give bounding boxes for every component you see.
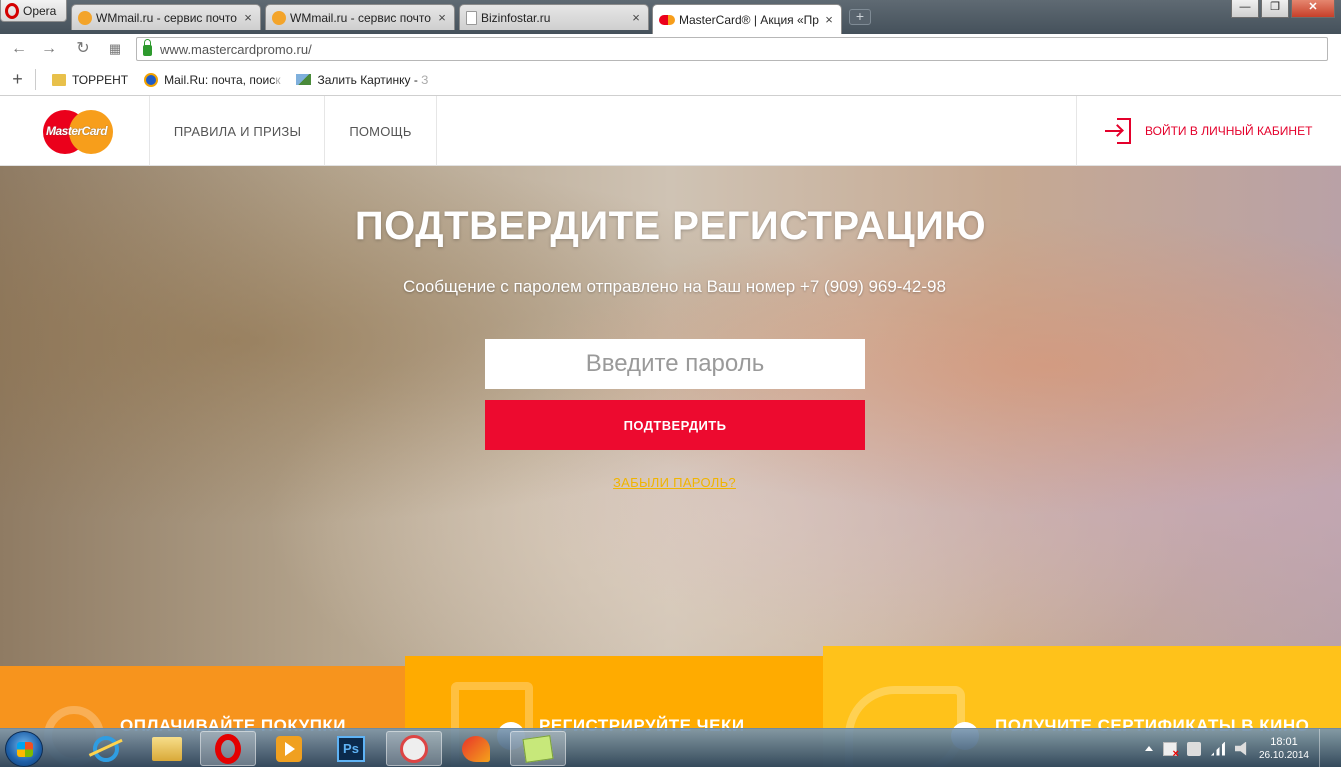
confirm-button[interactable]: ПОДТВЕРДИТЬ [485,400,865,450]
taskbar-media-player[interactable] [261,731,317,766]
show-hidden-icons-icon[interactable] [1144,746,1153,751]
tab-label: WMmail.ru - сервис почто [290,10,431,25]
tab-close-icon[interactable]: × [242,10,254,25]
taskbar-ie[interactable] [78,731,134,766]
internet-explorer-icon [93,735,119,762]
tab-close-icon[interactable]: × [436,10,448,25]
window-controls: — ❐ ✕ [1231,0,1335,18]
clock-date: 26.10.2014 [1258,749,1309,761]
folder-icon [52,73,66,86]
forgot-password-link[interactable]: ЗАБЫЛИ ПАРОЛЬ? [0,475,1341,490]
wmmail-favicon-icon [78,10,92,25]
taskbar-snipping-tool[interactable] [386,731,442,766]
sticky-notes-icon [522,734,554,763]
bookmark-torrent[interactable]: ТОРРЕНТ [52,73,128,87]
nav-rules-prizes[interactable]: ПРАВИЛА И ПРИЗЫ [149,96,325,166]
logo-text: MasterCard [46,124,108,138]
start-button[interactable] [5,731,43,767]
registration-hero: ПОДТВЕРДИТЕ РЕГИСТРАЦИЮ Сообщение с паро… [0,166,1341,666]
mastercard-logo[interactable]: MasterCard [43,110,113,154]
secure-lock-icon [143,39,152,56]
opera-menu-label: Opera [23,3,57,18]
tab-label: WMmail.ru - сервис почто [96,10,237,25]
bookmark-upload-image[interactable]: Залить Картинку - З [296,73,428,87]
bookmark-label-fade: З [421,72,429,87]
password-input[interactable] [485,339,865,389]
tab-close-icon[interactable]: × [823,12,835,27]
bookmark-label-fade: к [275,72,281,87]
sms-sent-message: Сообщение с паролем отправлено на Ваш но… [403,277,946,296]
network-signal-icon[interactable] [1210,741,1225,756]
address-bar[interactable]: www.mastercardpromo.ru/ [136,37,1328,61]
taskbar-ccleaner[interactable] [448,731,504,766]
windows-logo-icon [17,742,33,757]
maximize-button[interactable]: ❐ [1261,0,1289,18]
bookmarks-bar: + ТОРРЕНТ Mail.Ru: почта, поиск Залить К… [0,64,1341,96]
wmmail-favicon-icon [272,10,286,25]
show-desktop-button[interactable] [1319,729,1333,767]
taskbar-opera[interactable] [200,731,256,766]
nav-help[interactable]: ПОМОЩЬ [324,96,437,166]
image-icon [296,74,312,85]
taskbar-photoshop[interactable]: Ps [323,731,379,766]
browser-tab-bizinfostar[interactable]: Bizinfostar.ru × [459,4,649,30]
power-icon[interactable] [1186,741,1201,756]
site-header: MasterCard ПРАВИЛА И ПРИЗЫ ПОМОЩЬ ВОЙТИ … [0,96,1341,166]
speed-dial-grid-icon[interactable]: ▦ [104,39,126,59]
opera-icon [215,733,241,764]
forward-arrow-icon[interactable]: → [38,39,60,59]
mailru-icon [144,72,159,87]
login-cabinet-link[interactable]: ВОЙТИ В ЛИЧНЫЙ КАБИНЕТ [1076,96,1341,166]
volume-icon[interactable] [1234,741,1247,756]
clock-time: 18:01 [1270,735,1298,748]
file-explorer-icon [152,736,182,761]
minimize-button[interactable]: — [1231,0,1259,18]
action-center-flag-icon[interactable] [1162,741,1179,760]
close-window-button[interactable]: ✕ [1291,0,1335,18]
media-player-icon [276,735,302,762]
reload-icon[interactable]: ↻ [72,39,94,59]
tab-close-icon[interactable]: × [630,10,642,25]
browser-tab-wmmail-1[interactable]: WMmail.ru - сервис почто × [71,4,261,30]
add-bookmark-button[interactable]: + [0,69,36,90]
taskbar-sticky-notes[interactable] [510,731,566,766]
browser-tab-mastercard[interactable]: MasterCard® | Акция «При × [652,4,842,34]
login-label: ВОЙТИ В ЛИЧНЫЙ КАБИНЕТ [1145,124,1313,138]
bookmark-label: Залить Картинку - [317,72,418,87]
opera-logo-icon [5,2,19,19]
back-arrow-icon[interactable]: ← [8,39,30,59]
windows-taskbar: Ps 18:01 26.10.2014 [0,728,1341,767]
photoshop-icon: Ps [337,735,365,762]
tab-label: MasterCard® | Акция «При [679,12,819,27]
opera-menu-button[interactable]: Opera [0,0,67,22]
page-title: ПОДТВЕРДИТЕ РЕГИСТРАЦИЮ [354,204,987,248]
browser-tab-wmmail-2[interactable]: WMmail.ru - сервис почто × [265,4,455,30]
new-tab-button[interactable]: + [849,9,871,25]
system-tray: 18:01 26.10.2014 [1144,729,1341,767]
bookmark-label: ТОРРЕНТ [72,72,129,87]
system-clock[interactable]: 18:01 26.10.2014 [1259,735,1309,763]
snipping-tool-icon [400,734,428,763]
bookmark-label: Mail.Ru: почта, поис [164,72,276,87]
bookmark-mailru[interactable]: Mail.Ru: почта, поиск [144,72,281,87]
ccleaner-icon [462,735,490,762]
mastercard-favicon-icon [659,14,675,25]
browser-tab-bar: Opera WMmail.ru - сервис почто × WMmail.… [0,0,1341,34]
taskbar-explorer[interactable] [139,731,195,766]
address-url: www.mastercardpromo.ru/ [160,41,312,57]
sign-in-icon [1105,118,1131,144]
tab-label: Bizinfostar.ru [481,10,551,25]
document-favicon-icon [466,10,477,25]
browser-toolbar: ← → ↻ ▦ www.mastercardpromo.ru/ [0,34,1341,64]
